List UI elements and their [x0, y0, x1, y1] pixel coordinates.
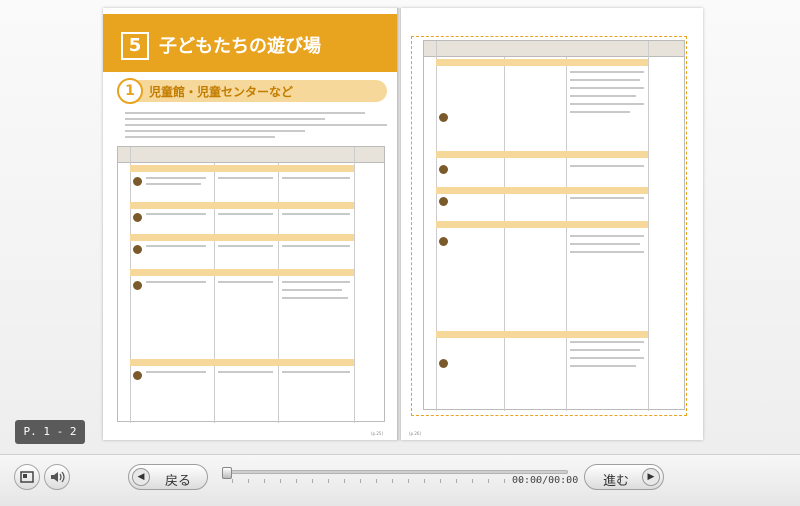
next-page-button[interactable]: 進む ▶: [584, 464, 664, 490]
seek-thumb[interactable]: [222, 467, 232, 479]
prev-page-button[interactable]: ◀ 戻る: [128, 464, 208, 490]
section-number: 1: [117, 78, 143, 104]
table-header: [424, 41, 684, 57]
facility-table: [117, 146, 385, 423]
left-page[interactable]: 5 子どもたちの遊び場 1 児童館・児童センターなど (p.25): [103, 8, 399, 440]
section-title: 児童館・児童センターなど: [149, 85, 294, 99]
screen-icon: [15, 465, 39, 489]
triangle-left-icon: ◀: [132, 468, 150, 486]
chapter-banner: 5 子どもたちの遊び場: [103, 14, 399, 72]
page-indicator: P. 1 - 2: [15, 420, 85, 444]
screen-toggle-button[interactable]: [14, 464, 40, 490]
page-number-right: (p.26): [409, 431, 422, 436]
seek-track: [222, 470, 568, 474]
next-label: 進む: [603, 474, 630, 489]
prev-label: 戻る: [165, 474, 192, 489]
table-header: [118, 147, 384, 163]
chapter-number: 5: [121, 32, 149, 60]
right-page[interactable]: (p.26): [401, 8, 703, 440]
chapter-title: 子どもたちの遊び場: [159, 36, 321, 57]
time-display: 00:00/00:00: [512, 475, 579, 486]
bottom-toolbar: ◀ 戻る 進む ▶: [0, 454, 800, 506]
sound-toggle-button[interactable]: [44, 464, 70, 490]
triangle-right-icon: ▶: [642, 468, 660, 486]
speaker-icon: [45, 465, 69, 489]
facility-table-continued: [423, 40, 685, 411]
page-number-left: (p.25): [371, 431, 384, 436]
book-viewer: 5 子どもたちの遊び場 1 児童館・児童センターなど (p.25) (p.26)…: [0, 0, 800, 454]
